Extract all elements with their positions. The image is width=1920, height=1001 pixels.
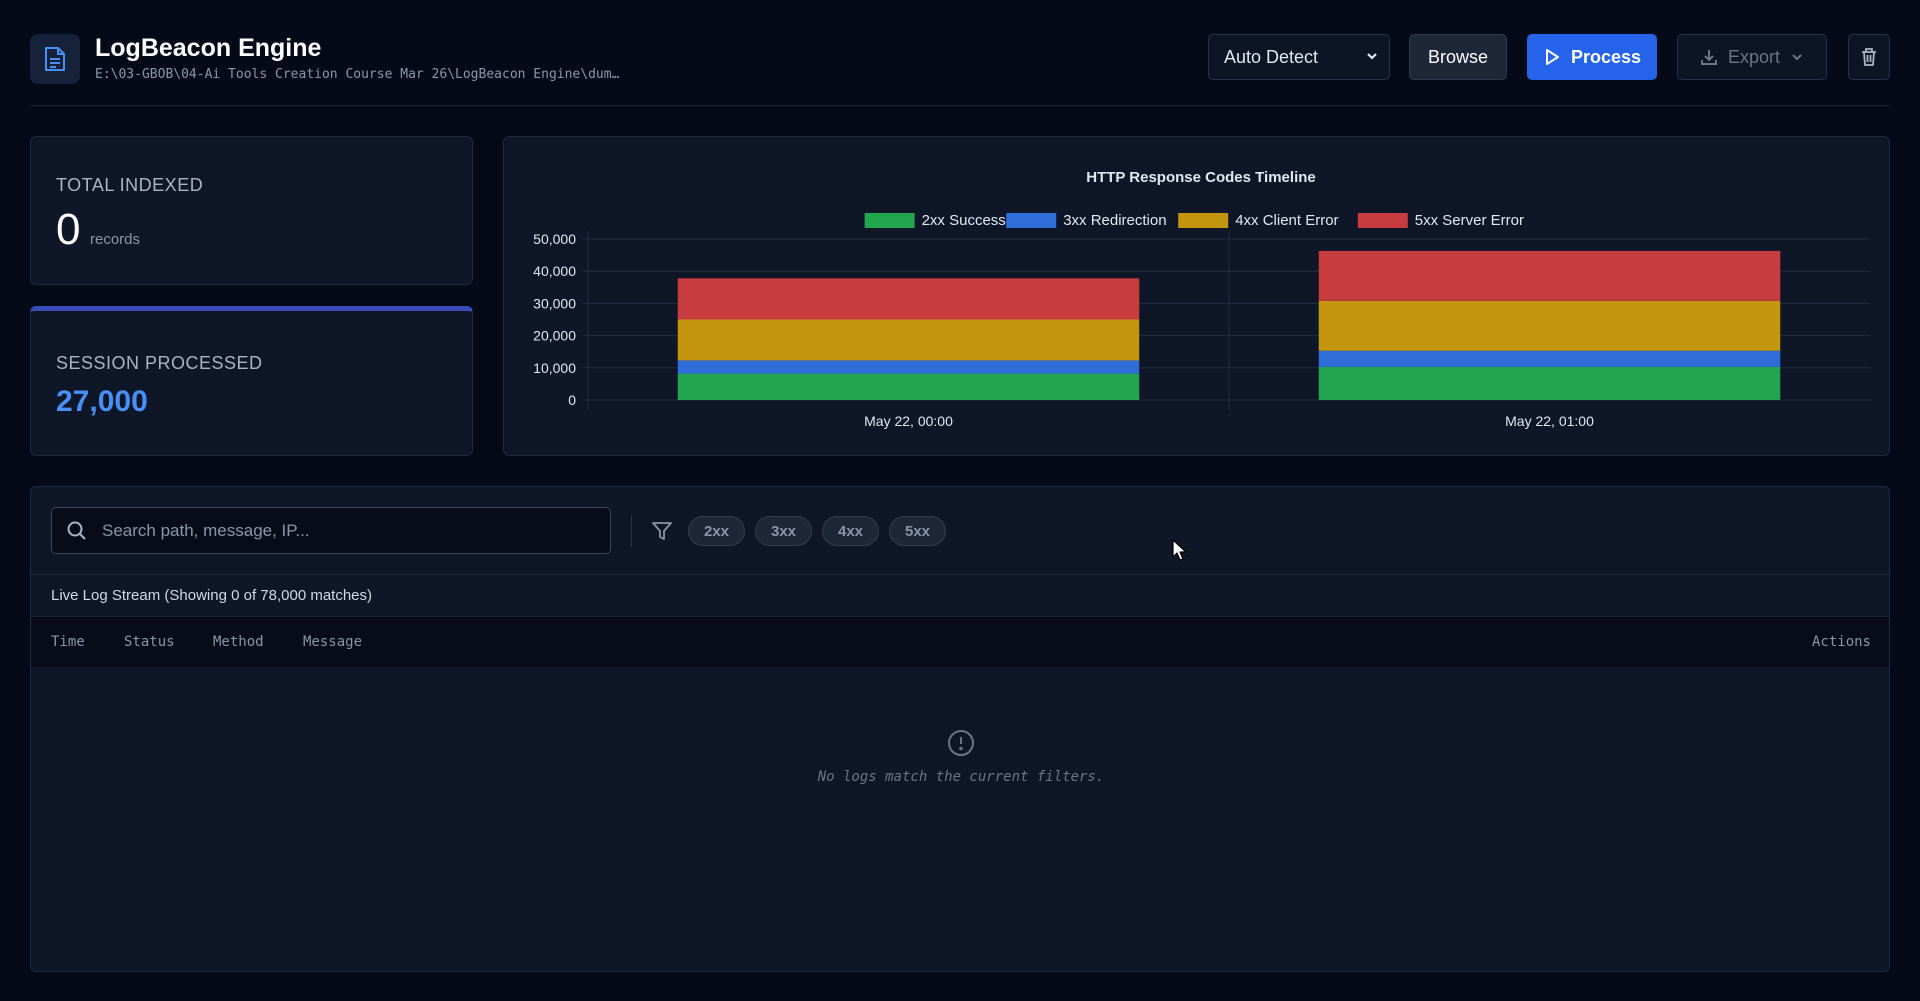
legend-swatch xyxy=(1178,213,1229,228)
column-header-status[interactable]: Status xyxy=(124,634,175,650)
table-header: Time Status Method Message Actions xyxy=(31,617,1889,667)
mouse-cursor-icon xyxy=(1172,539,1187,561)
browse-label: Browse xyxy=(1427,46,1489,67)
play-icon xyxy=(1545,49,1559,65)
document-icon xyxy=(30,34,80,84)
session-processed-card: SESSION PROCESSED 27,000 xyxy=(30,306,473,456)
bar-segment xyxy=(677,278,1140,320)
chart-title: HTTP Response Codes Timeline xyxy=(1086,169,1316,186)
file-path: E:\03-GBOB\04-Ai Tools Creation Course M… xyxy=(95,67,620,82)
bar-segment xyxy=(1318,350,1781,367)
search-box xyxy=(51,507,611,554)
session-processed-value: 27,000 xyxy=(56,385,148,418)
legend-label: 5xx Server Error xyxy=(1415,212,1524,229)
y-tick-label: 50,000 xyxy=(533,231,576,247)
chevron-down-icon xyxy=(1792,54,1802,61)
empty-state-message: No logs match the current filters. xyxy=(817,769,1105,785)
clear-button[interactable] xyxy=(1848,34,1890,80)
bar-segment xyxy=(1318,300,1781,351)
legend-swatch xyxy=(864,213,915,228)
response-codes-chart: HTTP Response Codes Timeline 2xx Success 3… xyxy=(533,169,1870,429)
process-label: Process xyxy=(1570,46,1642,67)
total-indexed-value: 0 xyxy=(56,205,81,254)
browse-button[interactable]: Browse xyxy=(1409,34,1507,80)
bar-segment xyxy=(677,319,1140,361)
filter-icon[interactable] xyxy=(651,520,673,542)
column-header-actions: Actions xyxy=(1811,634,1871,650)
bar-segment xyxy=(677,373,1140,400)
app-header: LogBeacon Engine E:\03-GBOB\04-Ai Tools … xyxy=(30,30,1890,106)
column-header-method[interactable]: Method xyxy=(213,634,264,650)
legend-label: 2xx Success xyxy=(922,212,1006,229)
y-tick-label: 20,000 xyxy=(533,328,576,344)
trash-icon xyxy=(1862,48,1876,66)
x-tick-label: May 22, 00:00 xyxy=(864,413,953,429)
search-input[interactable] xyxy=(102,508,602,553)
response-codes-chart-card: HTTP Response Codes Timeline 2xx Success 3… xyxy=(503,136,1890,456)
stream-title: Live Log Stream (Showing 0 of 78,000 mat… xyxy=(51,587,373,604)
process-button[interactable]: Process xyxy=(1527,34,1657,80)
legend-swatch xyxy=(1006,213,1057,228)
total-indexed-unit: records xyxy=(90,231,141,248)
column-header-message[interactable]: Message xyxy=(303,634,362,650)
export-label: Export xyxy=(1727,46,1781,67)
log-panel: 2xx 3xx 4xx 5xx Live Log Stream (Showing… xyxy=(30,486,1890,972)
divider xyxy=(631,515,632,547)
chevron-down-icon xyxy=(1367,53,1377,60)
download-icon xyxy=(1700,50,1717,65)
y-tick-label: 10,000 xyxy=(533,360,576,376)
legend-swatch xyxy=(1357,213,1408,228)
format-select[interactable]: Auto Detect xyxy=(1208,34,1390,80)
export-button[interactable]: Export xyxy=(1677,34,1827,80)
bar-segment xyxy=(1318,366,1781,400)
alert-circle-icon xyxy=(948,730,974,756)
column-header-time[interactable]: Time xyxy=(51,634,85,650)
legend-label: 4xx Client Error xyxy=(1235,212,1338,229)
bar-segment xyxy=(677,360,1140,374)
legend-label: 3xx Redirection xyxy=(1063,212,1166,229)
filter-chip-3xx[interactable]: 3xx xyxy=(755,516,812,546)
divider xyxy=(31,574,1889,575)
filter-chip-4xx[interactable]: 4xx xyxy=(822,516,879,546)
total-indexed-card: TOTAL INDEXED 0 records xyxy=(30,136,473,285)
x-tick-label: May 22, 01:00 xyxy=(1505,413,1594,429)
y-tick-label: 40,000 xyxy=(533,263,576,279)
format-select-value: Auto Detect xyxy=(1224,46,1319,67)
y-tick-label: 30,000 xyxy=(533,295,576,311)
filter-chip-2xx[interactable]: 2xx xyxy=(688,516,745,546)
y-tick-label: 0 xyxy=(568,392,576,408)
session-processed-label: SESSION PROCESSED xyxy=(56,353,263,373)
app-title: LogBeacon Engine xyxy=(95,34,322,62)
bar-segment xyxy=(1318,250,1781,301)
filter-chip-5xx[interactable]: 5xx xyxy=(889,516,946,546)
total-indexed-label: TOTAL INDEXED xyxy=(56,175,204,195)
search-icon xyxy=(67,521,86,540)
